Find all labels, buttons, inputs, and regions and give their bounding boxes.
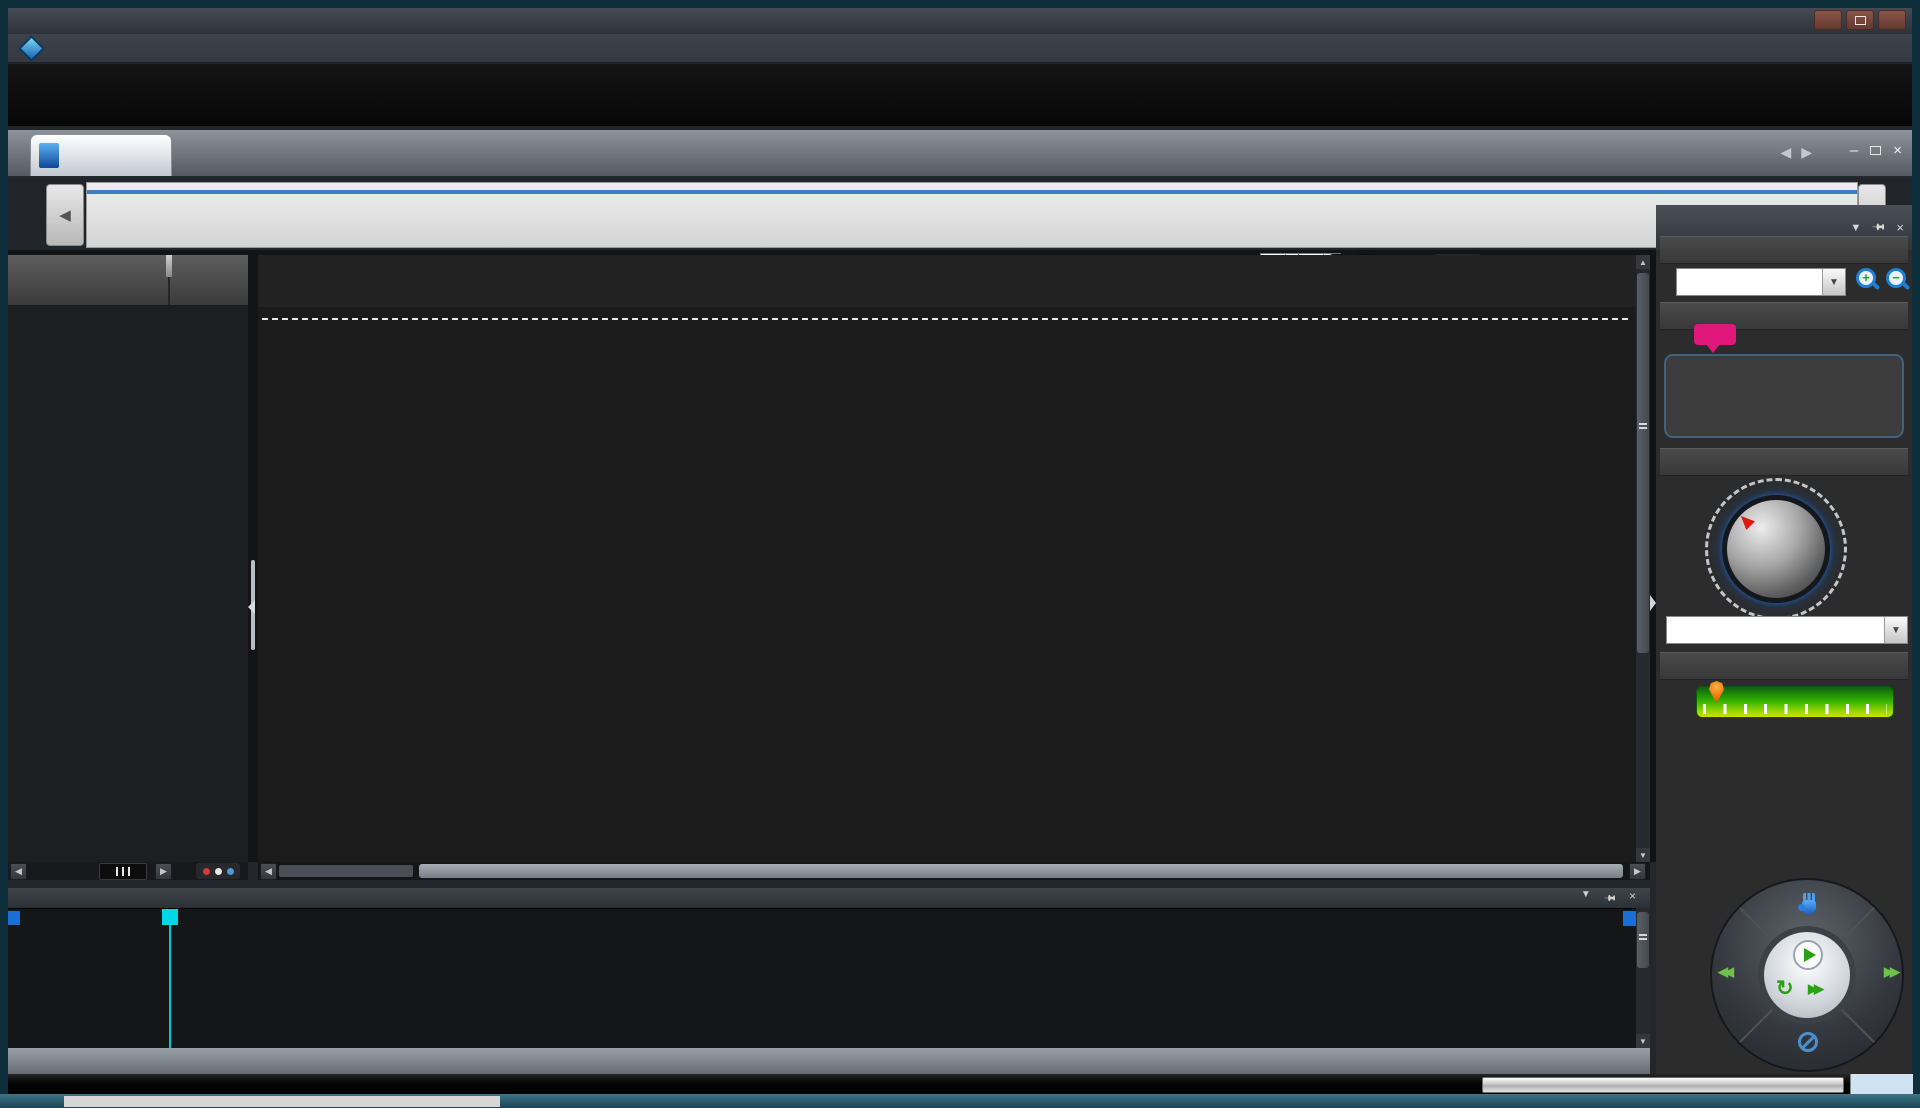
bus-signal-panel (8, 255, 248, 862)
frequency-knob[interactable] (1722, 495, 1830, 603)
trigger-position-section-header (1660, 652, 1908, 680)
waveform-hscrollbar[interactable]: ◀ ▶ (258, 862, 1650, 880)
restore-icon (1855, 16, 1866, 25)
close-button[interactable] (1878, 10, 1906, 30)
pin-panel-icon[interactable]: 🖈︎ (1600, 888, 1621, 909)
doc-file-icon (39, 143, 59, 168)
taskbar-fragment (64, 1096, 500, 1107)
play-button[interactable] (1793, 940, 1823, 970)
sample-depth-meter[interactable] (1664, 354, 1904, 438)
chevron-down-icon[interactable]: ▼ (1884, 617, 1907, 643)
column-splitter-handle[interactable] (166, 255, 172, 277)
document-tab-bar: ◀ ▶ – × (8, 130, 1912, 176)
tool-dot-icon (215, 868, 222, 875)
bus-signal-column-header[interactable] (8, 255, 168, 305)
navigation-pad: ↻ ▶▶ ◀◀ ▶▶ (1710, 878, 1904, 1072)
minimize-button[interactable] (1814, 10, 1842, 30)
navigator-vscrollbar[interactable]: ▼ (1636, 908, 1650, 1048)
status-end-badge (1850, 1074, 1913, 1094)
tool-dot-icon (203, 868, 210, 875)
panel-menu-icon[interactable]: ▼ (1850, 222, 1861, 234)
sample-depth-badge[interactable] (1694, 324, 1736, 345)
waveform-display-area[interactable] (258, 307, 1636, 862)
tab-scroll-controls: ◀ ▶ (1780, 144, 1812, 161)
trigger-position-marker-icon[interactable] (1709, 681, 1724, 703)
tab-doc1[interactable] (30, 134, 172, 176)
tab-scroll-left-icon[interactable]: ◀ (1780, 144, 1791, 161)
stop-disable-icon[interactable] (1798, 1032, 1818, 1052)
jump-left-icon[interactable]: ◀◀ (1718, 964, 1730, 980)
zoom-out-icon: − (1886, 268, 1906, 288)
restore-button[interactable] (1846, 10, 1874, 30)
mdi-minimize-button[interactable]: – (1850, 142, 1858, 159)
main-toolbar (8, 64, 1912, 126)
mdi-restore-button[interactable] (1870, 146, 1881, 155)
mdi-close-button[interactable]: × (1893, 142, 1902, 159)
minimap-view-range (87, 190, 1857, 194)
knob-pointer-icon (1741, 516, 1755, 530)
trigger-column-header[interactable] (168, 255, 248, 305)
menu-bar (8, 34, 1912, 63)
channel-panel-splitter[interactable] (248, 255, 258, 862)
navigator-panel-body[interactable] (8, 908, 1636, 1049)
status-progress-bar (1482, 1077, 1844, 1093)
bottom-dock-tabs (8, 1048, 1650, 1074)
zoom-in-button[interactable]: + (1856, 268, 1880, 292)
channel-header (8, 255, 248, 306)
jump-right-icon[interactable]: ▶▶ (1884, 964, 1896, 980)
window-buttons (1814, 10, 1906, 30)
scroll-down-button[interactable]: ▼ (1636, 1034, 1650, 1048)
collapse-left-icon (248, 600, 255, 614)
navigator-d-marker[interactable] (1623, 911, 1636, 926)
a0-signal-baseline (262, 318, 1628, 320)
overview-minimap-row: ◀ ▶ (8, 178, 1912, 250)
zoom-in-icon: + (1856, 268, 1876, 288)
zoom-level-value (1677, 269, 1822, 295)
sampling-frequency-select[interactable]: ▼ (1666, 616, 1908, 644)
fast-forward-icon[interactable]: ▶▶ (1808, 981, 1820, 997)
trigger-position-slider[interactable] (1696, 686, 1894, 718)
scroll-left-button[interactable]: ◀ (260, 863, 277, 880)
hscroll-handle[interactable] (419, 864, 1623, 878)
sampling-frequency-value (1667, 617, 1884, 643)
close-panel-icon[interactable]: × (1629, 889, 1636, 908)
tab-scroll-right-icon[interactable]: ▶ (1801, 144, 1812, 161)
navigator-panel-header: ▼ 🖈︎ × (8, 888, 1650, 908)
zoom-level-select[interactable]: ▼ (1676, 268, 1846, 296)
lap-c-pro-application: ◀ ▶ – × ◀ ▶ ▼ (0, 0, 1920, 1108)
waveform-vscrollbar[interactable]: ▲ ▼ (1636, 255, 1650, 862)
zoom-section-header (1660, 236, 1908, 264)
scroll-right-button[interactable]: ▶ (155, 863, 172, 880)
tool-dot-icon (227, 868, 234, 875)
panel-menu-icon[interactable]: ▼ (1581, 889, 1591, 908)
minimap-scroll-left-button[interactable]: ◀ (46, 184, 84, 246)
chevron-down-icon[interactable]: ▼ (1822, 269, 1845, 295)
channel-tools[interactable] (196, 863, 240, 879)
navigator-b-marker[interactable] (162, 909, 178, 925)
minimap-track[interactable] (86, 182, 1858, 248)
navigator-start-marker[interactable] (8, 911, 20, 925)
scroll-up-button[interactable]: ▲ (1636, 255, 1650, 269)
pan-hand-icon[interactable] (1800, 892, 1818, 914)
waveform-ruler[interactable] (258, 255, 1636, 308)
mdi-window-controls: – × (1850, 142, 1902, 159)
column-grip-button[interactable] (99, 863, 147, 880)
app-logo-icon (18, 35, 45, 62)
timing-section-header (1660, 448, 1908, 476)
close-panel-icon[interactable]: × (1896, 220, 1904, 235)
repeat-run-icon[interactable]: ↻ (1776, 976, 1794, 1001)
zoom-out-button[interactable]: − (1886, 268, 1910, 292)
channel-panel-hscrollbar: ◀ ▶ (8, 862, 248, 880)
scroll-down-button[interactable]: ▼ (1636, 848, 1650, 862)
play-icon (1804, 948, 1816, 962)
scroll-left-button[interactable]: ◀ (10, 863, 27, 880)
scroll-right-button[interactable]: ▶ (1629, 863, 1646, 880)
title-bar (8, 8, 1912, 34)
